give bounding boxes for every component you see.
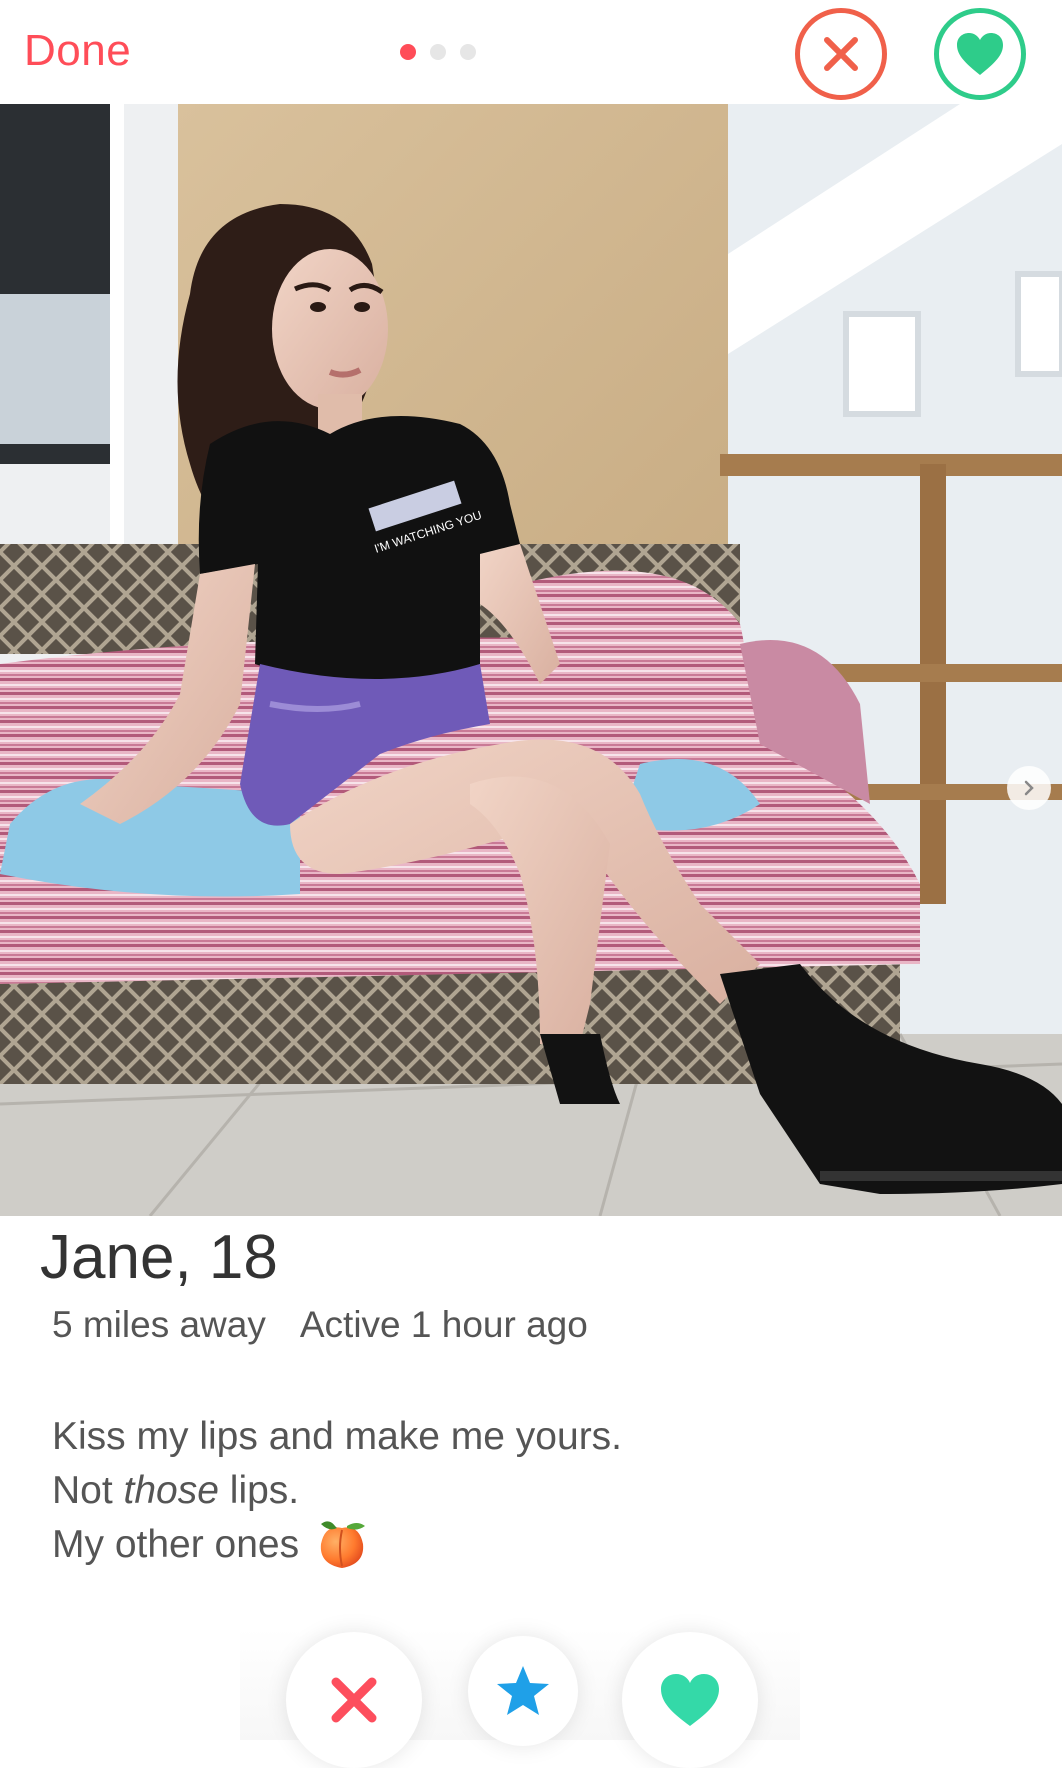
bio-line-1-text: Kiss my lips and make me yours.	[52, 1415, 623, 1458]
close-icon	[331, 1677, 377, 1723]
profile-bio: Kiss my lips and make me yours. Not thos…	[52, 1410, 622, 1572]
profile-name-age: Jane, 18	[40, 1222, 278, 1293]
bio-line-2-post: lips.	[218, 1469, 300, 1512]
superlike-button[interactable]	[468, 1636, 578, 1746]
bio-line-2: Not those lips.	[52, 1464, 622, 1518]
activity-text: Active 1 hour ago	[299, 1304, 588, 1345]
bio-line-3-text: My other ones	[52, 1523, 300, 1566]
close-icon	[824, 37, 858, 71]
bio-line-3: My other ones	[52, 1518, 622, 1572]
distance-text: 5 miles away	[52, 1304, 266, 1345]
like-button[interactable]	[622, 1632, 758, 1768]
chevron-right-icon	[1024, 780, 1034, 796]
photo-dot-active[interactable]	[400, 44, 416, 60]
heart-icon	[661, 1674, 719, 1726]
photo-dot[interactable]	[460, 44, 476, 60]
header-nope-button[interactable]	[795, 8, 887, 100]
bio-line-2-pre: Not	[52, 1469, 124, 1512]
peach-emoji	[320, 1521, 366, 1568]
next-photo-button[interactable]	[1007, 766, 1051, 810]
profile-meta: 5 miles away Active 1 hour ago	[52, 1304, 588, 1346]
star-icon	[497, 1666, 549, 1715]
photo-dot[interactable]	[430, 44, 446, 60]
bio-line-1: Kiss my lips and make me yours.	[52, 1410, 622, 1464]
photo-pagination	[400, 44, 476, 60]
heart-icon	[957, 33, 1003, 75]
done-button[interactable]: Done	[24, 26, 131, 76]
top-bar: Done	[0, 0, 1062, 104]
header-like-button[interactable]	[934, 8, 1026, 100]
nope-button[interactable]	[286, 1632, 422, 1768]
bio-line-2-emphasis: those	[123, 1469, 219, 1512]
profile-name: Jane,	[40, 1223, 192, 1292]
profile-photo[interactable]: I'M WATCHING YOU	[0, 104, 1062, 1216]
profile-age: 18	[208, 1223, 278, 1292]
